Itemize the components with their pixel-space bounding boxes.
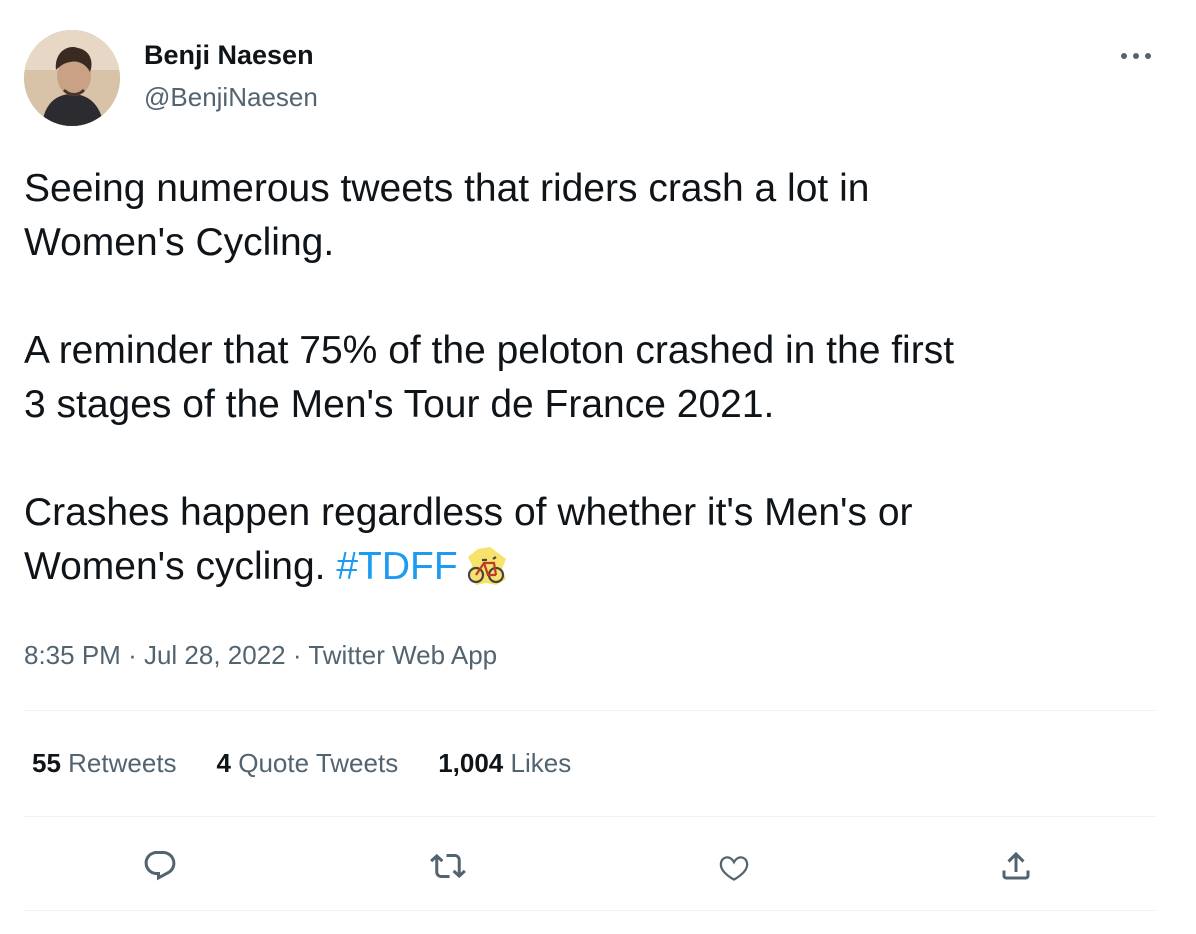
- retweets-label: Retweets: [68, 748, 177, 778]
- avatar[interactable]: [24, 30, 120, 126]
- divider: [24, 816, 1156, 817]
- author-handle[interactable]: @BenjiNaesen: [144, 82, 318, 113]
- tweet-date[interactable]: Jul 28, 2022: [144, 640, 286, 670]
- heart-icon: [719, 856, 749, 881]
- tweet-source[interactable]: Twitter Web App: [308, 640, 497, 670]
- like-button[interactable]: [708, 840, 760, 892]
- quote-tweets-stat[interactable]: 4 Quote Tweets: [217, 748, 399, 779]
- retweet-icon: [430, 853, 466, 879]
- tweet-stats: 55 Retweets 4 Quote Tweets 1,004 Likes: [32, 748, 611, 779]
- retweets-stat[interactable]: 55 Retweets: [32, 748, 177, 779]
- tweet-actions: [24, 840, 1156, 892]
- divider: [24, 910, 1156, 911]
- reply-button[interactable]: [134, 840, 186, 892]
- tweet-line-last: Women's cycling. #TDFF: [24, 540, 1164, 594]
- share-button[interactable]: [990, 840, 1042, 892]
- likes-label: Likes: [510, 748, 572, 778]
- tweet-detail: Benji Naesen @BenjiNaesen Seeing numerou…: [0, 0, 1196, 934]
- meta-separator: ·: [292, 640, 302, 670]
- tweet-line: 3 stages of the Men's Tour de France 202…: [24, 383, 775, 426]
- retweet-button[interactable]: [422, 840, 474, 892]
- retweets-count: 55: [32, 748, 61, 778]
- more-horizontal-icon: [1121, 53, 1151, 59]
- divider: [24, 710, 1156, 711]
- tweet-meta: 8:35 PM · Jul 28, 2022 · Twitter Web App: [24, 640, 497, 671]
- tweet-line: Crashes happen regardless of whether it'…: [24, 491, 913, 534]
- likes-count: 1,004: [438, 748, 504, 778]
- hashtag-link[interactable]: #TDFF: [336, 545, 457, 588]
- meta-separator: ·: [128, 640, 137, 670]
- france-bicycle-emoji[interactable]: [464, 543, 510, 589]
- author-name[interactable]: Benji Naesen: [144, 40, 314, 71]
- quote-tweets-label: Quote Tweets: [238, 748, 399, 778]
- more-options-button[interactable]: [1110, 38, 1162, 74]
- quote-tweets-count: 4: [216, 748, 232, 778]
- tweet-time[interactable]: 8:35 PM: [24, 640, 121, 670]
- share-icon: [1002, 851, 1030, 880]
- tweet-line: A reminder that 75% of the peloton crash…: [24, 329, 955, 372]
- tweet-line: Seeing numerous tweets that riders crash…: [24, 167, 870, 210]
- tweet-line: Women's cycling.: [24, 545, 326, 588]
- tweet-text: Seeing numerous tweets that riders crash…: [24, 162, 1164, 594]
- tweet-line: Women's Cycling.: [24, 221, 335, 264]
- likes-stat[interactable]: 1,004 Likes: [438, 748, 571, 779]
- reply-icon: [144, 851, 176, 881]
